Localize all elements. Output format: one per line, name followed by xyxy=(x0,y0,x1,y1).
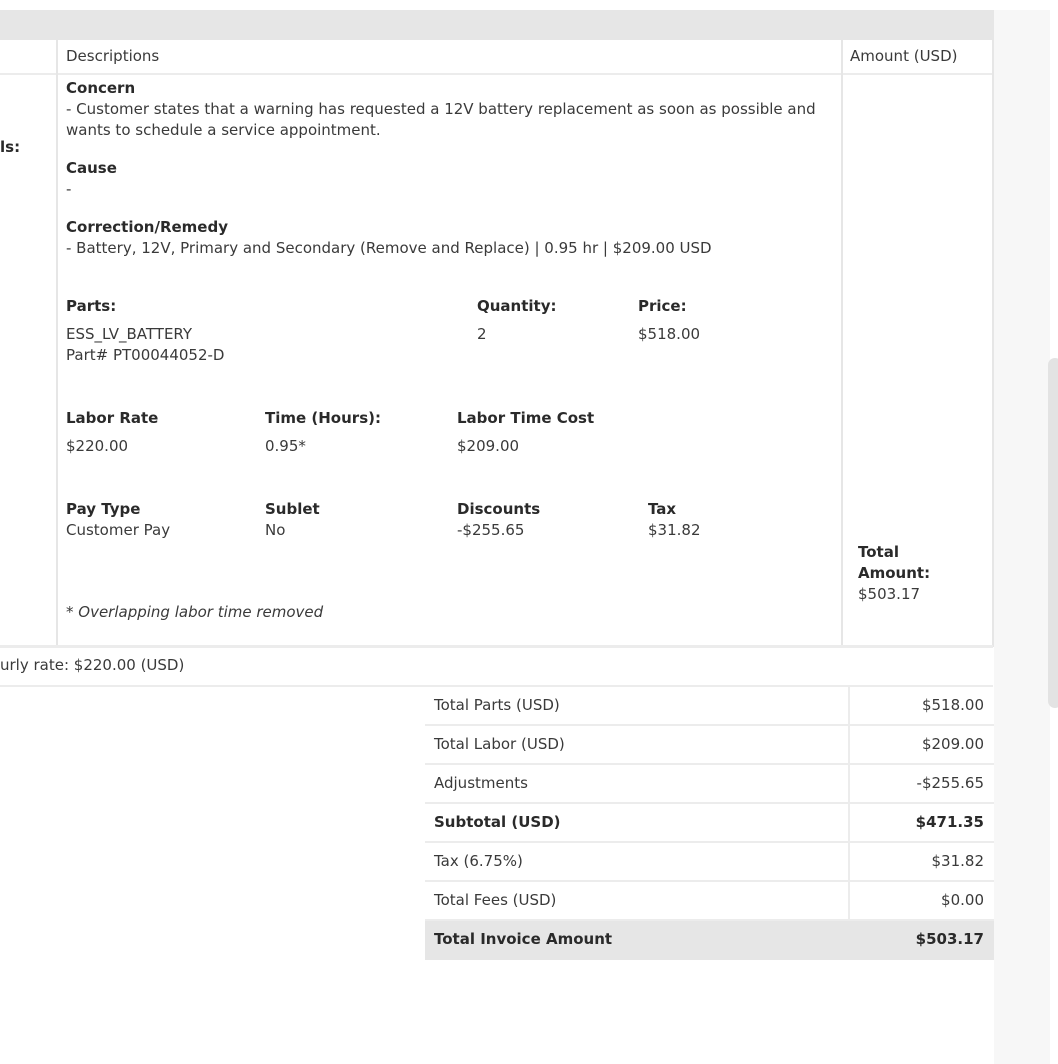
line-total-value: $503.17 xyxy=(858,585,921,603)
totals-row-fees: Total Fees (USD) $0.00 xyxy=(425,882,994,921)
totals-value: $209.00 xyxy=(921,735,984,753)
parts-heading: Parts: xyxy=(66,297,117,315)
totals-label: Adjustments xyxy=(434,774,528,792)
totals-row-parts: Total Parts (USD) $518.00 xyxy=(425,687,994,726)
totals-label: Subtotal (USD) xyxy=(434,813,561,831)
pay-type-heading: Pay Type xyxy=(66,500,141,518)
correction-heading: Correction/Remedy xyxy=(66,218,228,236)
totals-value: $518.00 xyxy=(921,696,984,714)
tax-heading: Tax xyxy=(648,500,677,518)
part-quantity: 2 xyxy=(477,325,487,343)
tax: $31.82 xyxy=(648,521,701,539)
cause-text: - xyxy=(66,180,72,198)
cause-heading: Cause xyxy=(66,159,117,177)
labor-rate-heading: Labor Rate xyxy=(66,409,159,427)
quantity-heading: Quantity: xyxy=(477,297,557,315)
totals-row-subtotal: Subtotal (USD) $471.35 xyxy=(425,804,994,843)
totals-label: Total Labor (USD) xyxy=(434,735,565,753)
totals-row-labor: Total Labor (USD) $209.00 xyxy=(425,726,994,765)
scrollbar-thumb[interactable] xyxy=(1048,358,1058,708)
concern-heading: Concern xyxy=(66,79,136,97)
left-cut-label: ls: xyxy=(0,138,21,156)
totals-label: Total Fees (USD) xyxy=(434,891,557,909)
totals-value: $0.00 xyxy=(941,891,984,909)
totals-label: Total Invoice Amount xyxy=(434,930,613,948)
totals-label: Tax (6.75%) xyxy=(434,852,523,870)
labor-cost-heading: Labor Time Cost xyxy=(457,409,595,427)
part-number: Part# PT00044052-D xyxy=(66,346,225,364)
sublet-heading: Sublet xyxy=(265,500,320,518)
totals-value: -$255.65 xyxy=(916,774,984,792)
amount-header: Amount (USD) xyxy=(850,47,958,65)
labor-cost: $209.00 xyxy=(457,437,520,455)
discounts: -$255.65 xyxy=(457,521,525,539)
totals-row-adjustments: Adjustments -$255.65 xyxy=(425,765,994,804)
discounts-heading: Discounts xyxy=(457,500,541,518)
totals-row-invoice-total: Total Invoice Amount $503.17 xyxy=(425,921,994,960)
line-total-label: Total xyxy=(858,543,899,561)
hourly-rate: urly rate: $220.00 (USD) xyxy=(0,656,185,674)
part-price: $518.00 xyxy=(638,325,701,343)
correction-text: - Battery, 12V, Primary and Secondary (R… xyxy=(66,239,712,257)
column-divider xyxy=(992,40,994,647)
sublet: No xyxy=(265,521,286,539)
labor-rate: $220.00 xyxy=(66,437,129,455)
labor-time-heading: Time (Hours): xyxy=(265,409,381,427)
totals-label: Total Parts (USD) xyxy=(434,696,560,714)
totals-value: $471.35 xyxy=(915,813,984,831)
table-top-bar xyxy=(0,10,994,40)
labor-time: 0.95* xyxy=(265,437,306,455)
totals-row-tax: Tax (6.75%) $31.82 xyxy=(425,843,994,882)
pay-type: Customer Pay xyxy=(66,521,171,539)
invoice-totals-table: Total Parts (USD) $518.00 Total Labor (U… xyxy=(425,687,994,960)
price-heading: Price: xyxy=(638,297,687,315)
concern-text: - Customer states that a warning has req… xyxy=(66,100,816,139)
totals-value: $503.17 xyxy=(915,930,984,948)
overlap-note: * Overlapping labor time removed xyxy=(66,603,324,621)
column-divider xyxy=(56,40,58,647)
column-divider xyxy=(841,40,843,647)
line-total-label-2: Amount: xyxy=(858,564,931,582)
scrollbar-track[interactable] xyxy=(994,10,1050,1064)
part-name: ESS_LV_BATTERY xyxy=(66,325,193,343)
totals-value: $31.82 xyxy=(931,852,985,870)
descriptions-header: Descriptions xyxy=(66,47,160,65)
